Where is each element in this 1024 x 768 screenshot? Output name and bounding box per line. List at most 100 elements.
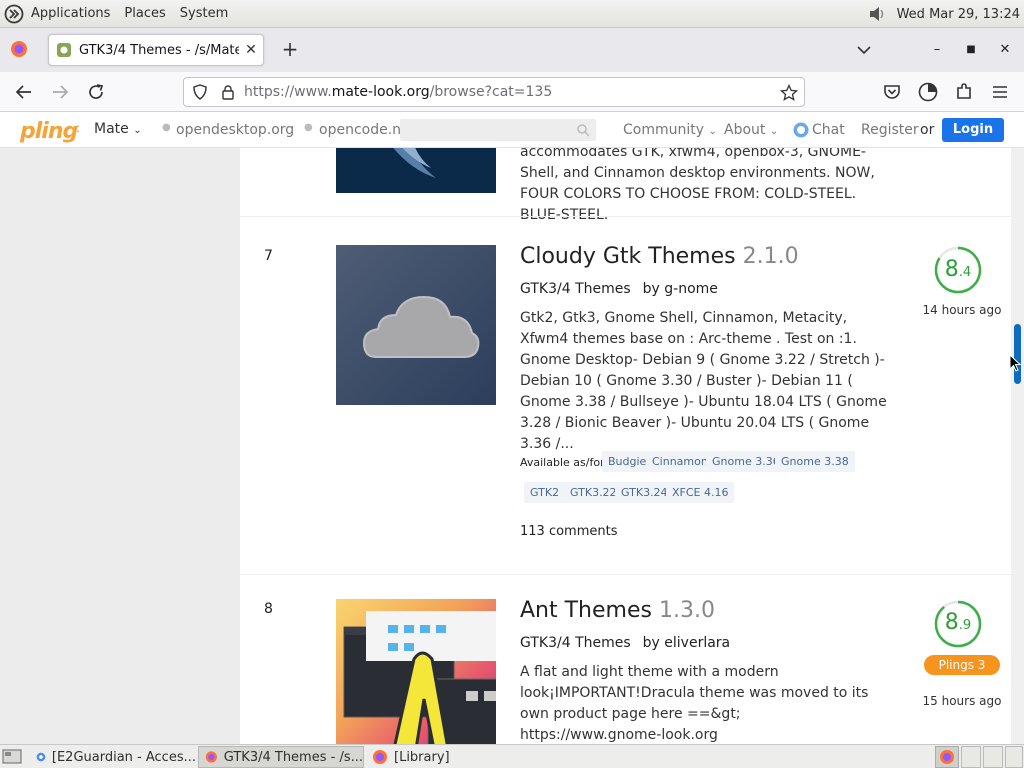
volume-icon[interactable] (867, 4, 887, 24)
item-score: 8.4 (933, 257, 983, 282)
close-window-button[interactable]: ✕ (994, 39, 1016, 61)
menu-hamburger-icon[interactable] (988, 80, 1012, 104)
item-category[interactable]: GTK3/4 Themes (520, 281, 631, 297)
item-title[interactable]: Cloudy Gtk Themes 2.1.0 (520, 244, 799, 269)
item-title[interactable]: Ant Themes 1.3.0 (520, 598, 715, 623)
mate-logo-icon[interactable] (4, 4, 24, 24)
score-main: 8 (944, 257, 959, 282)
back-icon[interactable] (12, 80, 36, 104)
item-category[interactable]: GTK3/4 Themes (520, 635, 631, 651)
workspace-4[interactable] (1005, 746, 1023, 768)
extensions-icon[interactable] (952, 80, 976, 104)
page-content: accommodates GTK, xfwm4, openbox-3, GNOM… (0, 148, 1024, 744)
clock[interactable]: Wed Mar 29, 13:24 (897, 7, 1020, 22)
item-version: 1.3.0 (658, 598, 715, 623)
url-path: /browse?cat=135 (429, 84, 553, 100)
workspace-3[interactable] (983, 746, 1003, 768)
mouse-pointer-icon (1009, 354, 1021, 372)
tracking-protection-shield-icon[interactable] (192, 84, 208, 100)
community-dropdown[interactable]: Community ⌄ (623, 122, 717, 138)
list-all-tabs-icon[interactable] (852, 40, 876, 60)
task-label: [Library] (394, 749, 450, 765)
task-gtk-themes[interactable]: GTK3/4 Themes - /s... (198, 746, 364, 768)
item-author[interactable]: by eliverlara (643, 635, 730, 651)
navigation-toolbar: https://www.mate-look.org/browse?cat=135 (0, 72, 1024, 112)
item-thumbnail[interactable] (336, 599, 496, 744)
pocket-icon[interactable] (880, 80, 904, 104)
forward-icon[interactable] (48, 80, 72, 104)
chromium-icon (36, 752, 46, 762)
url-bar[interactable]: https://www.mate-look.org/browse?cat=135 (183, 77, 805, 107)
chevron-down-icon: ⌄ (133, 125, 142, 136)
bullet-dot: ● (304, 122, 313, 133)
site-header: pling : Mate ⌄ ● opendesktop.org ● openc… (0, 112, 1024, 148)
firefox-view-icon[interactable] (10, 40, 28, 58)
bookmark-star-icon[interactable] (780, 84, 798, 102)
task-e2guardian[interactable]: [E2Guardian - Acces... (30, 746, 196, 768)
firefox-icon (205, 751, 217, 763)
lock-icon[interactable] (220, 84, 236, 100)
close-tab-icon[interactable]: ✕ (239, 42, 263, 58)
minimize-button[interactable]: – (926, 39, 948, 61)
tab-title: GTK3/4 Themes - /s/Mate (79, 42, 239, 58)
workspace-2[interactable] (961, 746, 981, 768)
search-icon[interactable] (576, 123, 590, 137)
system-menu[interactable]: System (180, 6, 228, 21)
item-category-line: GTK3/4 Themes by eliverlara (520, 635, 730, 651)
top-panel: Applications Places System Wed Mar 29, 1… (0, 0, 1024, 28)
task-library[interactable]: [Library] (366, 746, 532, 768)
tag-gtk324[interactable]: GTK3.24 (615, 482, 674, 503)
chat-icon[interactable] (792, 121, 810, 139)
previous-item-thumbnail[interactable] (336, 148, 496, 193)
about-dropdown[interactable]: About ⌄ (724, 122, 778, 138)
chevron-down-icon: ⌄ (769, 126, 779, 137)
tab-strip: GTK3/4 Themes - /s/Mate ✕ + – ■ ✕ (0, 28, 1024, 72)
tag-gnome-336[interactable]: Gnome 3.36 (706, 451, 786, 472)
url-text: https://www.mate-look.org/browse?cat=135 (244, 84, 552, 100)
score-main: 8 (944, 610, 959, 635)
login-button[interactable]: Login (942, 118, 1004, 142)
maximize-button[interactable]: ■ (960, 39, 982, 61)
community-label: Community (623, 122, 705, 138)
task-label: [E2Guardian - Acces... (51, 749, 196, 765)
places-menu[interactable]: Places (124, 6, 165, 21)
applications-menu[interactable]: Applications (31, 6, 110, 21)
workspace-1[interactable] (935, 746, 959, 768)
pling-logo[interactable]: pling (20, 121, 78, 143)
item-title-text: Cloudy Gtk Themes (520, 244, 736, 269)
item-description: Gtk2, Gtk3, Gnome Shell, Cinnamon, Metac… (520, 310, 887, 452)
tag-budgie[interactable]: Budgie (602, 451, 653, 472)
store-label: Mate (94, 121, 129, 137)
tag-cinnamon[interactable]: Cinnamon (646, 451, 714, 472)
chat-link[interactable]: Chat (812, 122, 845, 138)
show-desktop-icon[interactable] (2, 748, 22, 766)
logo-separator: : (76, 121, 81, 135)
bottom-taskbar: [E2Guardian - Acces... GTK3/4 Themes - /… (0, 744, 1024, 768)
opencode-link[interactable]: opencode.ne (319, 122, 410, 138)
url-prefix: https://www. (244, 84, 332, 100)
mate-look-favicon-icon (57, 43, 71, 57)
item-author[interactable]: by g-nome (643, 281, 718, 297)
reload-icon[interactable] (84, 80, 108, 104)
page-scrollbar[interactable] (1011, 148, 1024, 744)
new-tab-button[interactable]: + (278, 38, 302, 62)
store-dropdown[interactable]: Mate ⌄ (94, 121, 142, 137)
item-updated-ago: 15 hours ago (922, 694, 1002, 708)
url-domain: mate-look.org (331, 84, 430, 100)
bullet-dot: ● (162, 122, 171, 133)
site-search-input[interactable] (400, 119, 596, 141)
tag-xfce-416[interactable]: XFCE 4.16 (666, 482, 735, 503)
register-link[interactable]: Register (861, 122, 919, 138)
plings-badge[interactable]: Plings 3 (924, 655, 1000, 675)
item-thumbnail[interactable] (336, 245, 496, 405)
tag-gtk322[interactable]: GTK3.22 (564, 482, 623, 503)
tag-gtk2[interactable]: GTK2 (524, 482, 566, 503)
tab-gtk-themes[interactable]: GTK3/4 Themes - /s/Mate ✕ (48, 34, 264, 66)
item-description: A flat and light theme with a modern loo… (520, 664, 869, 743)
item-rank: 7 (264, 248, 273, 264)
ant-theme-screenshot-icon (343, 611, 496, 744)
account-sync-icon[interactable] (916, 80, 940, 104)
tag-gnome-338[interactable]: Gnome 3.38 (775, 451, 855, 472)
opendesktop-link[interactable]: opendesktop.org (176, 122, 294, 138)
item-comments[interactable]: 113 comments (520, 524, 617, 539)
